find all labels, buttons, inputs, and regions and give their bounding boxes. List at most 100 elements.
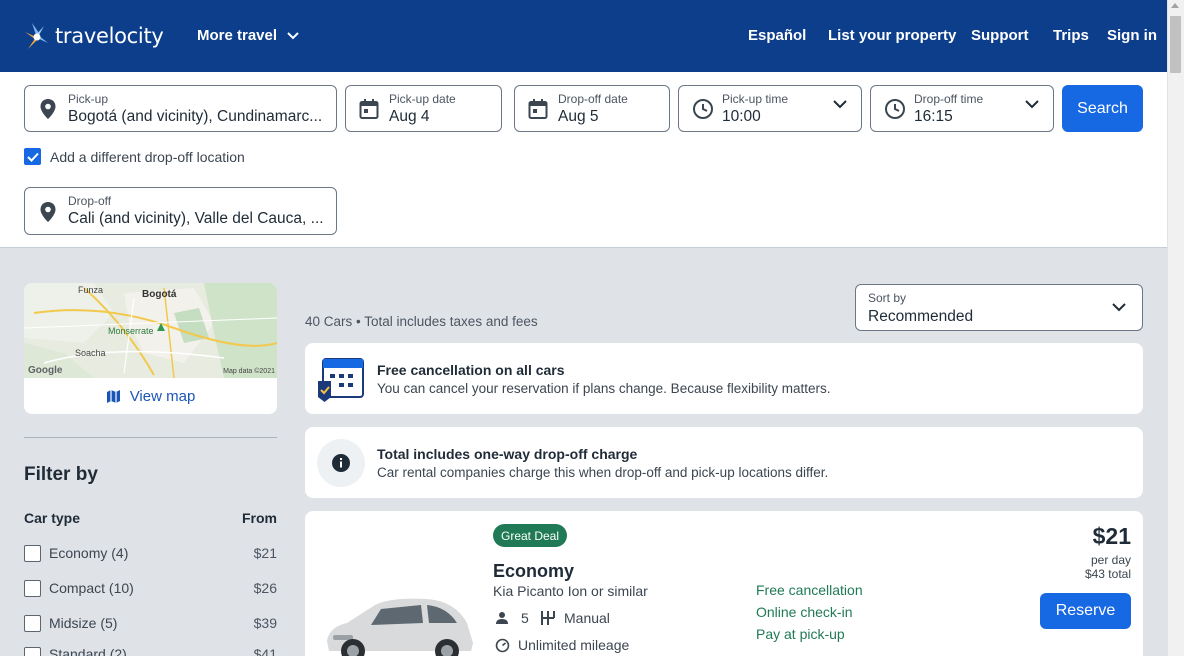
top-navigation-bar: travelocity More travel Español List you… [0,0,1167,72]
dropoff-time-select[interactable]: Drop-off time 16:15 [870,85,1054,132]
dropoff-label: Drop-off [68,194,112,208]
chevron-down-icon [287,31,299,39]
checkbox[interactable] [24,614,41,632]
filter-standard[interactable]: Standard (2) $41 [24,646,277,656]
seats-spec: 5 [495,610,529,626]
chevron-down-icon [1025,100,1039,109]
sort-by-value: Recommended [868,308,974,325]
different-dropoff-checkbox[interactable]: Add a different drop-off location [24,148,245,165]
more-travel-menu[interactable]: More travel [197,27,299,44]
pickup-value: Bogotá (and vicinity), Cundinamarc... [68,108,323,125]
filter-label: Compact (10) [49,580,134,596]
perk-free-cancellation: Free cancellation [756,582,863,598]
map-thumbnail[interactable]: Funza Bogotá Monserrate Soacha Google Ma… [24,283,277,378]
scrollbar-thumb[interactable] [1170,16,1181,73]
dropoff-date-field[interactable]: Drop-off date Aug 5 [514,85,670,132]
filter-label: Standard (2) [49,646,127,656]
checkbox-checked-icon[interactable] [24,148,41,165]
great-deal-badge: Great Deal [493,524,568,547]
location-pin-icon [40,99,56,119]
dropoff-value: Cali (and vicinity), Valle del Cauca, ..… [68,210,324,227]
checkbox[interactable] [24,579,41,597]
one-way-charge-card: Total includes one-way drop-off charge C… [305,427,1143,498]
info-text: You can cancel your reservation if plans… [377,381,831,396]
info-icon [317,439,365,487]
search-button[interactable]: Search [1062,85,1143,132]
checkbox[interactable] [24,544,41,562]
from-heading: From [242,510,277,526]
pickup-time-value: 10:00 [722,108,761,125]
transmission-spec: Manual [540,610,610,626]
location-pin-icon [40,202,56,222]
map-card[interactable]: Funza Bogotá Monserrate Soacha Google Ma… [24,283,277,414]
pickup-date-field[interactable]: Pick-up date Aug 4 [345,85,502,132]
pickup-time-select[interactable]: Pick-up time 10:00 [678,85,862,132]
results-count: 40 Cars • Total includes taxes and fees [305,314,538,329]
roaming-gnome-star-icon [25,23,48,49]
travelocity-logo[interactable]: travelocity [24,20,164,52]
filter-economy[interactable]: Economy (4) $21 [24,542,277,564]
pickup-location-field[interactable]: Pick-up Bogotá (and vicinity), Cundinama… [24,85,337,132]
dropoff-time-value: 16:15 [914,108,953,125]
info-text: Car rental companies charge this when dr… [377,465,829,480]
car-model: Kia Picanto Ion or similar [493,583,648,599]
scroll-up-arrow-icon[interactable] [1171,3,1179,8]
filter-label: Economy (4) [49,545,129,561]
per-day-label: per day [1090,553,1131,567]
daily-price: $21 [1092,523,1131,549]
list-property-link[interactable]: List your property [828,27,956,44]
speedometer-icon [495,638,510,652]
map-icon [106,389,120,403]
checkbox[interactable] [24,647,41,656]
dropoff-date-value: Aug 5 [558,108,599,125]
view-map-label: View map [129,387,196,405]
vertical-scrollbar[interactable] [1167,0,1184,656]
filter-price: $21 [253,545,277,561]
chevron-down-icon [833,100,847,109]
mileage-label: Unlimited mileage [518,637,630,653]
trips-link[interactable]: Trips [1053,27,1089,44]
view-map-button[interactable]: View map [24,378,277,414]
car-result-card[interactable]: Great Deal Economy Kia Picanto Ion or si… [305,511,1143,656]
dropoff-date-label: Drop-off date [558,92,628,106]
sort-by-select[interactable]: Sort by Recommended [855,284,1143,331]
pickup-label: Pick-up [68,92,109,106]
perk-online-checkin: Online check-in [756,604,853,620]
google-logo: Google [28,365,63,376]
map-label-soacha: Soacha [75,348,106,358]
clock-icon [693,99,713,119]
map-label-monserrate: Monserrate [108,326,154,336]
car-class-title: Economy [493,561,575,581]
dropoff-time-label: Drop-off time [914,92,984,106]
logo-text: travelocity [55,24,164,48]
sign-in-link[interactable]: Sign in [1107,27,1157,44]
gear-shift-icon [541,611,555,625]
filter-price: $39 [253,615,277,631]
filter-compact[interactable]: Compact (10) $26 [24,577,277,599]
filter-label: Midsize (5) [49,615,118,631]
map-label-funza: Funza [78,285,104,295]
reserve-button[interactable]: Reserve [1040,593,1131,629]
more-travel-label: More travel [197,27,278,44]
filter-by-heading: Filter by [24,464,98,485]
filters-divider [24,437,277,438]
pickup-time-label: Pick-up time [722,92,789,106]
language-link[interactable]: Español [748,27,806,44]
calendar-icon [359,99,379,119]
calendar-icon [528,99,548,119]
map-label-bogota: Bogotá [142,289,177,300]
mileage-spec: Unlimited mileage [495,637,629,653]
car-image [327,598,473,656]
info-title: Total includes one-way drop-off charge [377,446,638,462]
filter-price: $41 [253,646,277,656]
map-credit: Map data ©2021 [223,368,275,375]
different-dropoff-label: Add a different drop-off location [50,148,245,165]
dropoff-location-field[interactable]: Drop-off Cali (and vicinity), Valle del … [24,187,337,235]
transmission-label: Manual [564,610,610,626]
support-link[interactable]: Support [971,27,1029,44]
calendar-checkmark-icon [318,358,364,402]
info-title: Free cancellation on all cars [377,362,565,378]
free-cancellation-card: Free cancellation on all cars You can ca… [305,343,1143,414]
perk-pay-at-pickup: Pay at pick-up [756,626,845,642]
filter-midsize[interactable]: Midsize (5) $39 [24,612,277,634]
